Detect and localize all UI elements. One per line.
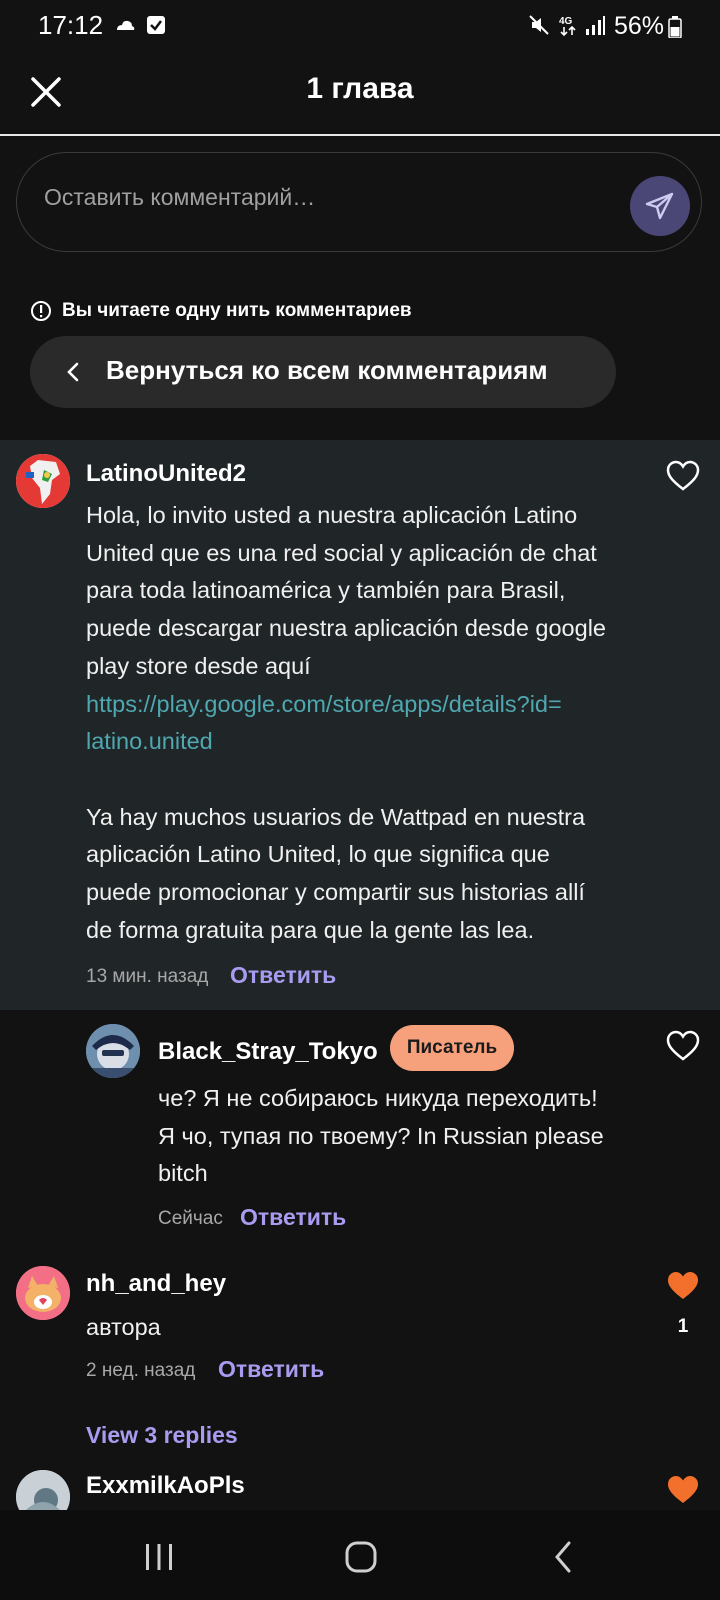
mute-icon	[529, 15, 549, 35]
home-icon[interactable]	[344, 1540, 378, 1574]
comment-text: автора	[86, 1314, 161, 1340]
comment-placeholder: Оставить комментарий…	[44, 184, 316, 210]
latino-united-avatar-image	[16, 454, 70, 508]
comment-username[interactable]: nh_and_hey	[86, 1270, 226, 1298]
comment-link[interactable]: latino.united	[86, 723, 696, 761]
info-icon	[31, 301, 51, 321]
comment-line: de forma gratuita para que la gente las …	[86, 916, 535, 943]
heart-filled-icon[interactable]	[666, 1270, 700, 1302]
comment-link[interactable]: https://play.google.com/store/apps/detai…	[86, 686, 696, 724]
comment-text: Hola, lo invito usted a nuestra aplicaci…	[86, 497, 696, 949]
comment-line: че? Я не собираюсь никуда переходить!	[158, 1085, 598, 1111]
heart-icon[interactable]	[666, 460, 700, 492]
status-bar: 17:12 4G 56%	[0, 0, 720, 52]
black-stray-tokyo-avatar-image	[86, 1024, 140, 1078]
battery-icon	[668, 16, 682, 38]
heart-filled-icon[interactable]	[666, 1474, 700, 1506]
weather-icon	[117, 20, 135, 30]
comment-line: puede descargar nuestra aplicación desde…	[86, 615, 606, 642]
comment-line: Ya hay muchos usuarios de Wattpad en nue…	[86, 803, 586, 830]
comment-username[interactable]: LatinoUnited2	[86, 460, 246, 488]
like-count: 1	[677, 1316, 689, 1337]
comment-timestamp: 2 нед. назад	[86, 1360, 196, 1381]
send-button[interactable]	[630, 176, 690, 236]
heart-icon[interactable]	[666, 1030, 700, 1062]
header: 1 глава	[0, 52, 720, 136]
avatar[interactable]	[16, 454, 70, 508]
back-icon[interactable]	[552, 1540, 574, 1574]
comment-line: Я чо, тупая по твоему? In Russian please	[158, 1122, 604, 1149]
nh-and-hey-avatar-image	[16, 1266, 70, 1320]
reply-button[interactable]: Ответить	[218, 1356, 324, 1383]
svg-text:4G: 4G	[559, 16, 573, 27]
writer-badge: Писатель	[390, 1025, 514, 1071]
comment-username[interactable]: ExxmilkAoPls	[86, 1472, 245, 1500]
comment-timestamp: Сейчас	[158, 1208, 223, 1229]
avatar[interactable]	[16, 1266, 70, 1320]
send-icon	[645, 192, 674, 220]
4g-icon: 4G	[559, 16, 576, 36]
comment-line: bitch	[158, 1160, 208, 1187]
avatar[interactable]	[86, 1024, 140, 1078]
chevron-left-icon	[67, 362, 79, 382]
comment-line: puede promocionar y compartir sus histor…	[86, 879, 585, 906]
recent-apps-icon[interactable]	[142, 1542, 176, 1572]
check-box-icon	[147, 16, 165, 34]
back-to-all-comments-label: Вернуться ко всем комментариям	[106, 355, 548, 385]
comment-text: че? Я не собираюсь никуда переходить! Я …	[158, 1080, 698, 1193]
comment-line: United que es una red social y aplicació…	[86, 539, 597, 566]
battery-text: 56%	[614, 12, 665, 40]
reply-button[interactable]: Ответить	[240, 1204, 346, 1231]
view-replies-button[interactable]: View 3 replies	[86, 1422, 238, 1449]
navigation-bar	[0, 1510, 720, 1600]
comment-timestamp: 13 мин. назад	[86, 966, 209, 987]
thread-notice: Вы читаете одну нить комментариев	[62, 300, 412, 321]
comment-username[interactable]: Black_Stray_Tokyo	[158, 1038, 378, 1066]
reply-button[interactable]: Ответить	[230, 962, 336, 989]
comment-line: para toda latinoamérica y también para B…	[86, 577, 566, 604]
comment-line: aplicación Latino United, lo que signifi…	[86, 841, 550, 868]
status-time: 17:12	[38, 10, 104, 40]
comment-line: Hola, lo invito usted a nuestra aplicaci…	[86, 502, 578, 528]
page-title: 1 глава	[306, 72, 414, 105]
signal-icon	[586, 16, 605, 35]
comment-line: play store desde aquí	[86, 652, 311, 679]
